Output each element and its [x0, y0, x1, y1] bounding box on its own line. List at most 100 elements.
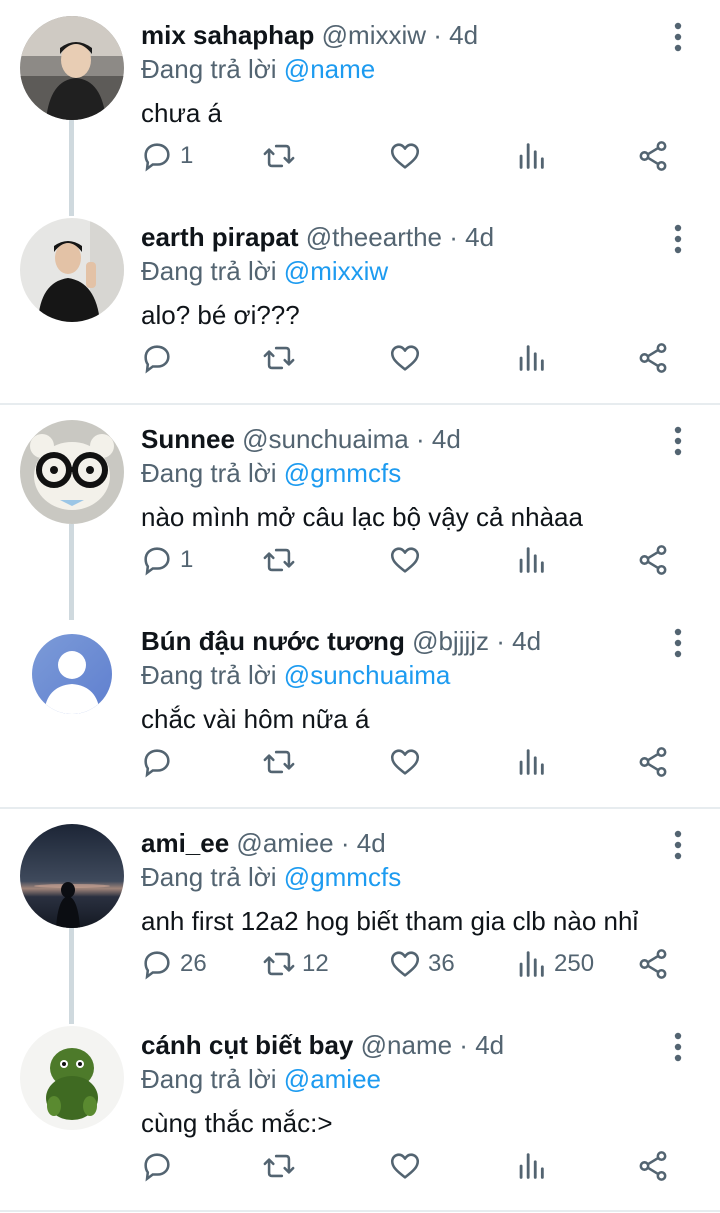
- replying-to-handle[interactable]: @name: [284, 54, 375, 84]
- retweet-icon: [263, 750, 295, 774]
- reply-button[interactable]: 1: [140, 134, 193, 178]
- username[interactable]: @bjjjjz: [412, 626, 489, 656]
- action-bar: [136, 1144, 696, 1188]
- tweet-text: nào mình mở câu lạc bộ vậy cả nhàaa: [141, 502, 583, 532]
- replying-to-handle[interactable]: @sunchuaima: [284, 660, 451, 690]
- like-button[interactable]: [388, 1144, 428, 1188]
- more-vertical-icon[interactable]: [664, 626, 692, 660]
- tweet[interactable]: earth pirapat @theearthe · 4d Đang trả l…: [0, 202, 720, 404]
- views-button[interactable]: [514, 1144, 554, 1188]
- share-button[interactable]: [636, 538, 670, 582]
- tweet-text: chắc vài hôm nữa á: [141, 704, 370, 734]
- like-button[interactable]: [388, 134, 428, 178]
- tweet[interactable]: Bún đậu nước tương @bjjjjz · 4d Đang trả…: [0, 606, 720, 808]
- heart-icon: [390, 143, 420, 169]
- retweet-button[interactable]: 12: [262, 942, 329, 986]
- timestamp[interactable]: 4d: [432, 424, 461, 454]
- like-button[interactable]: [388, 538, 428, 582]
- views-button[interactable]: [514, 336, 554, 380]
- replying-to-handle[interactable]: @mixxiw: [284, 256, 388, 286]
- replying-to-handle[interactable]: @gmmcfs: [284, 862, 401, 892]
- avatar[interactable]: [20, 1026, 124, 1130]
- timestamp[interactable]: 4d: [465, 222, 494, 252]
- views-icon: [519, 1153, 544, 1179]
- reply-button[interactable]: 1: [140, 538, 193, 582]
- timestamp[interactable]: 4d: [475, 1030, 504, 1060]
- separator-dot: ·: [449, 222, 458, 252]
- tweet-header: earth pirapat @theearthe · 4d: [141, 220, 494, 254]
- avatar[interactable]: [20, 824, 124, 928]
- timestamp[interactable]: 4d: [512, 626, 541, 656]
- avatar[interactable]: [20, 16, 124, 120]
- share-icon: [639, 1151, 667, 1181]
- replying-to-label: Đang trả lời: [141, 458, 277, 488]
- like-button[interactable]: [388, 336, 428, 380]
- timestamp[interactable]: 4d: [357, 828, 386, 858]
- tweet[interactable]: mix sahaphap @mixxiw · 4d Đang trả lời @…: [0, 0, 720, 202]
- replying-to: Đang trả lời @mixxiw: [141, 254, 388, 288]
- retweet-icon: [263, 952, 295, 976]
- replying-to-handle[interactable]: @amiee: [284, 1064, 381, 1094]
- views-button[interactable]: [514, 538, 554, 582]
- reply-button[interactable]: [140, 740, 180, 784]
- username[interactable]: @amiee: [236, 828, 333, 858]
- views-button[interactable]: 250: [514, 942, 594, 986]
- views-count: 250: [554, 950, 595, 977]
- share-button[interactable]: [636, 1144, 670, 1188]
- share-button[interactable]: [636, 134, 670, 178]
- more-vertical-icon[interactable]: [664, 828, 692, 862]
- display-name[interactable]: Sunnee: [141, 424, 235, 454]
- retweet-button[interactable]: [262, 1144, 302, 1188]
- tweet[interactable]: cánh cụt biết bay @name · 4d Đang trả lờ…: [0, 1010, 720, 1212]
- display-name[interactable]: mix sahaphap: [141, 20, 314, 50]
- more-vertical-icon[interactable]: [664, 20, 692, 54]
- heart-icon: [390, 749, 420, 775]
- share-icon: [639, 747, 667, 777]
- username[interactable]: @sunchuaima: [242, 424, 409, 454]
- retweet-button[interactable]: [262, 134, 302, 178]
- retweet-button[interactable]: [262, 336, 302, 380]
- reply-count: 1: [180, 546, 194, 573]
- share-button[interactable]: [636, 336, 670, 380]
- replying-to-label: Đang trả lời: [141, 1064, 277, 1094]
- tweet-text: anh first 12a2 hog biết tham gia clb nào…: [141, 906, 639, 936]
- timestamp[interactable]: 4d: [449, 20, 478, 50]
- username[interactable]: @theearthe: [306, 222, 442, 252]
- views-icon: [519, 951, 544, 977]
- reply-button[interactable]: [140, 1144, 180, 1188]
- more-vertical-icon[interactable]: [664, 222, 692, 256]
- retweet-button[interactable]: [262, 740, 302, 784]
- share-button[interactable]: [636, 740, 670, 784]
- views-button[interactable]: [514, 740, 554, 784]
- reply-count: 1: [180, 142, 194, 169]
- avatar[interactable]: [32, 634, 112, 714]
- replying-to: Đang trả lời @gmmcfs: [141, 456, 401, 490]
- retweet-icon: [263, 346, 295, 370]
- avatar[interactable]: [20, 218, 124, 322]
- like-button[interactable]: 36: [388, 942, 455, 986]
- display-name[interactable]: earth pirapat: [141, 222, 299, 252]
- retweet-button[interactable]: [262, 538, 302, 582]
- views-icon: [519, 547, 544, 573]
- like-count: 36: [428, 950, 455, 977]
- tweet-header: Sunnee @sunchuaima · 4d: [141, 422, 461, 456]
- display-name[interactable]: ami_ee: [141, 828, 229, 858]
- heart-icon: [390, 1153, 420, 1179]
- avatar[interactable]: [20, 420, 124, 524]
- tweet[interactable]: Sunnee @sunchuaima · 4d Đang trả lời @gm…: [0, 404, 720, 606]
- reply-button[interactable]: 26: [140, 942, 207, 986]
- username[interactable]: @mixxiw: [322, 20, 426, 50]
- more-vertical-icon[interactable]: [664, 1030, 692, 1064]
- share-icon: [639, 949, 667, 979]
- tweet[interactable]: ami_ee @amiee · 4d Đang trả lời @gmmcfs …: [0, 808, 720, 1010]
- reply-button[interactable]: [140, 336, 180, 380]
- share-button[interactable]: [636, 942, 670, 986]
- retweet-icon: [263, 1154, 295, 1178]
- views-button[interactable]: [514, 134, 554, 178]
- like-button[interactable]: [388, 740, 428, 784]
- more-vertical-icon[interactable]: [664, 424, 692, 458]
- display-name[interactable]: cánh cụt biết bay: [141, 1030, 353, 1060]
- display-name[interactable]: Bún đậu nước tương: [141, 626, 405, 656]
- username[interactable]: @name: [361, 1030, 452, 1060]
- replying-to-handle[interactable]: @gmmcfs: [284, 458, 401, 488]
